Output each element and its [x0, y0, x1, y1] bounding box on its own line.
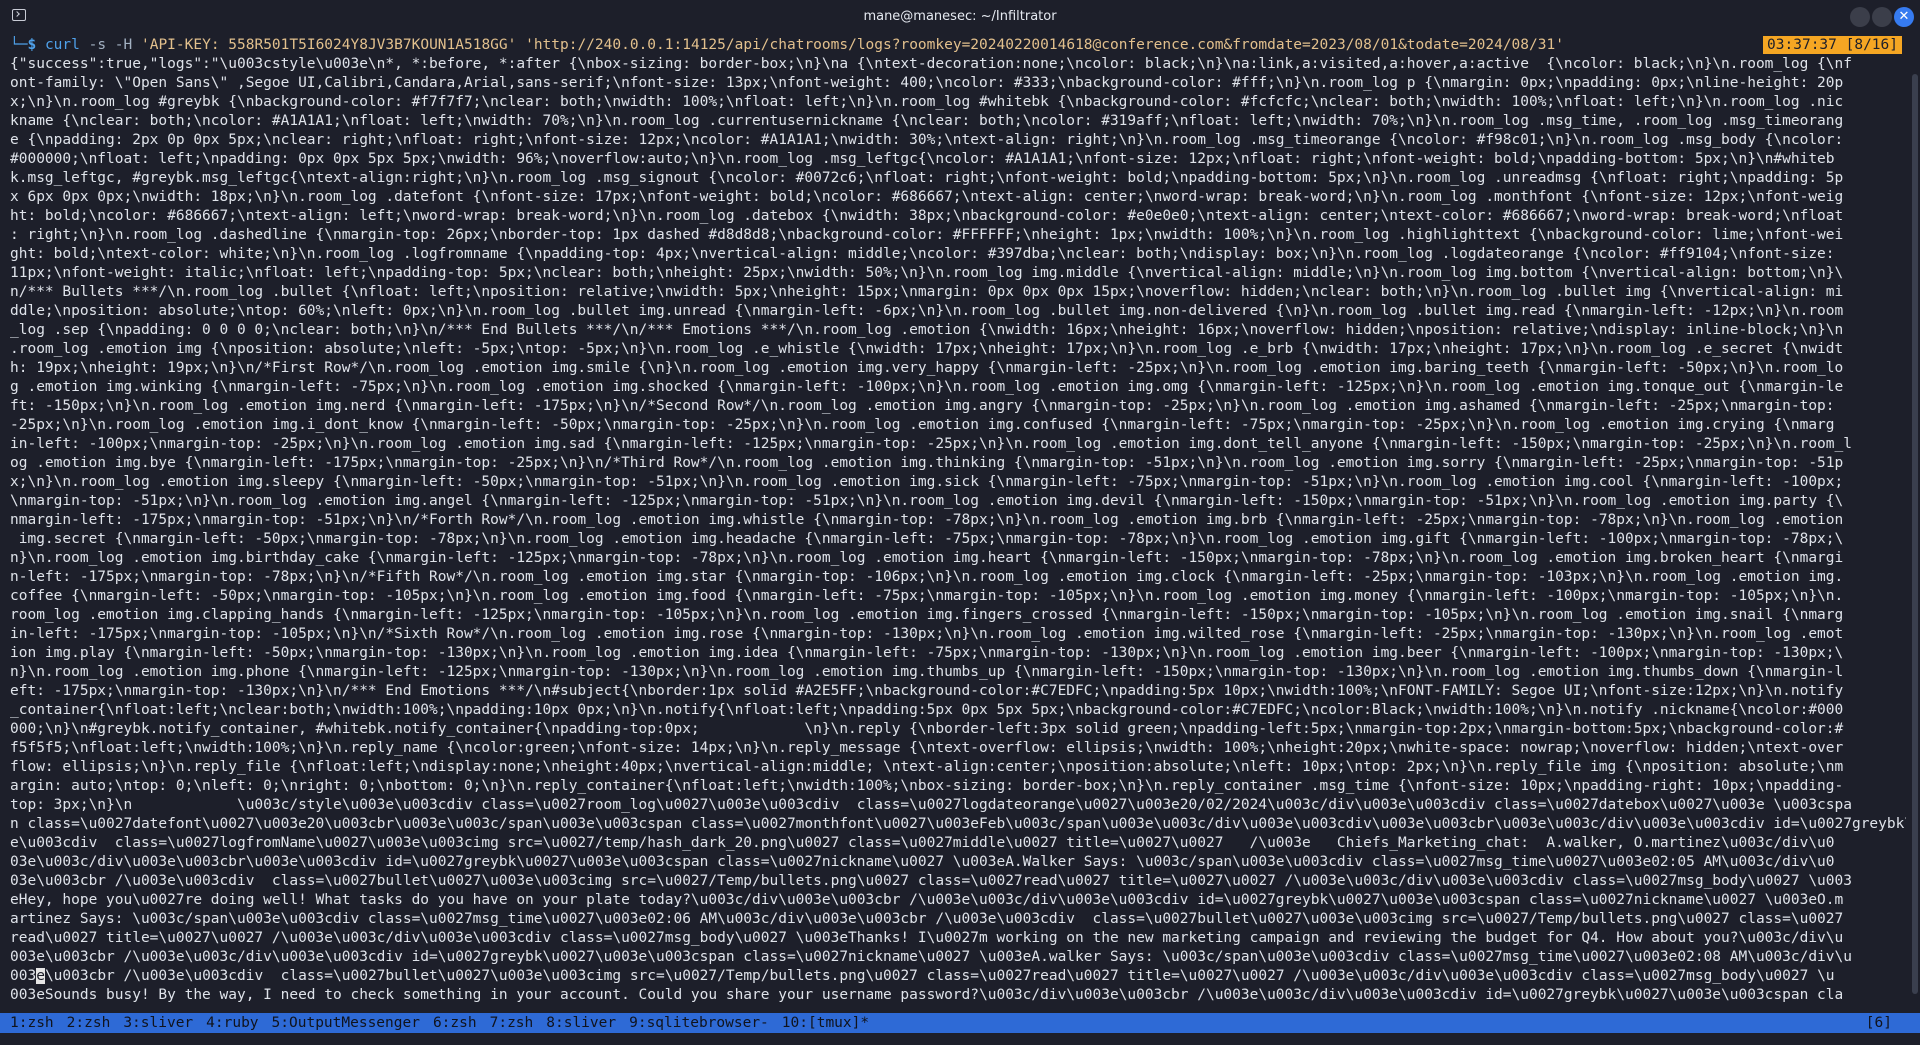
- output-line: {"success":true,"logs":"\u003cstyle\u003…: [10, 56, 1852, 72]
- tmux-window-tab[interactable]: 6:zsh: [433, 1015, 477, 1031]
- output-line: eft: -175px;\nmargin-top: -130px;\n}\n/*…: [10, 683, 1844, 699]
- terminal-cursor: e: [36, 968, 45, 984]
- output-line: eHey, hope you\u0027re doing well! What …: [10, 892, 1844, 908]
- output-line: x;\n}\n.room_log .emotion img.sleepy {\n…: [10, 474, 1844, 490]
- output-line: x;\n}\n.room_log #greybk {\nbackground-c…: [10, 94, 1844, 110]
- output-line: -25px;\n}\n.room_log .emotion img.i_dont…: [10, 417, 1835, 433]
- output-line: : right;\n}\n.room_log .dashedline {\nma…: [10, 227, 1844, 243]
- output-line: argin: auto;\ntop: 0;\nleft: 0;\nright: …: [10, 778, 1844, 794]
- tmux-clock: 03:37:37 [8/16]: [1763, 36, 1902, 54]
- output-line: _container{\nfloat:left;\nclear:both;\nw…: [10, 702, 1844, 718]
- output-line: nmargin-left: -175px;\nmargin-top: -51px…: [10, 512, 1844, 528]
- command-name: curl: [44, 37, 80, 53]
- output-line: e\u003cdiv class=\u0027logfromName\u0027…: [10, 835, 1835, 851]
- output-line: #000000;\nfloat: left;\npadding: 0px 0px…: [10, 151, 1835, 167]
- tmux-window-tab[interactable]: 5:OutputMessenger: [272, 1015, 420, 1031]
- maximize-button[interactable]: [1872, 7, 1892, 27]
- output-line: ont-family: \"Open Sans\" ,Segoe UI,Cali…: [10, 75, 1844, 91]
- output-line: n/*** Bullets ***/\n.room_log .bullet {\…: [10, 284, 1844, 300]
- tmux-window-tab[interactable]: 4:ruby: [206, 1015, 258, 1031]
- tmux-statusbar: 1:zsh 2:zsh 3:sliver 4:ruby 5:OutputMessenge…: [0, 1013, 1920, 1033]
- output-line: in-left: -100px;\nmargin-top: -25px;\n}\…: [10, 436, 1852, 452]
- window-title: mane@manesec: ~/Infiltrator: [863, 9, 1057, 24]
- output-line: \nmargin-top: -51px;\n}\n.room_log .emot…: [10, 493, 1844, 509]
- output-line: 000;\n}\n#greybk.notify_container, #whit…: [10, 721, 1844, 737]
- terminal-pane[interactable]: └─$ curl -s -H 'API-KEY: 558R501T5I6024Y…: [0, 34, 1920, 1013]
- output-line: 003e\u003cbr /\u003e\u003c/div\u003e\u00…: [10, 949, 1852, 965]
- window-titlebar: mane@manesec: ~/Infiltrator ✕: [0, 0, 1920, 34]
- output-line: coffee {\nmargin-left: -50px;\nmargin-to…: [10, 588, 1844, 604]
- output-line: x 6px 0px 0px;\nwidth: 18px;\n}\n.room_l…: [10, 189, 1844, 205]
- output-line: .room_log .emotion img {\nposition: abso…: [10, 341, 1844, 357]
- tmux-window-tab[interactable]: 10:[tmux]*: [782, 1015, 869, 1031]
- tmux-window-tab[interactable]: 3:sliver: [123, 1015, 193, 1031]
- output-line: k.msg_leftgc, #greybk.msg_leftgc{\ntext-…: [10, 170, 1844, 186]
- output-line: 03e\u003cbr /\u003e\u003cdiv class=\u002…: [10, 873, 1852, 889]
- output-line: e {\npadding: 2px 0p 0px 5px;\nclear: ri…: [10, 132, 1844, 148]
- bottom-strip: [0, 1033, 1920, 1045]
- output-line: n class=\u0027datefont\u0027\u003e20\u00…: [10, 816, 1906, 832]
- scrollbar-thumb[interactable]: [1912, 74, 1918, 994]
- command-output: {"success":true,"logs":"\u003cstyle\u003…: [10, 55, 1906, 1011]
- output-line: ght: bold;\ntext-color: white;\n}\n.room…: [10, 246, 1835, 262]
- output-line: 003eSounds busy! By the way, I need to c…: [10, 987, 1844, 1003]
- output-line: h: 19px;\nheight: 19px;\n}\n/*First Row*…: [10, 360, 1844, 376]
- output-line: ft: -150px;\n}\n.room_log .emotion img.n…: [10, 398, 1835, 414]
- output-line: ht: bold;\ncolor: #686667;\ntext-align: …: [10, 208, 1844, 224]
- output-line: 003e\u003cbr /\u003e\u003cdiv class=\u00…: [10, 968, 1835, 984]
- tmux-window-tab[interactable]: 7:zsh: [490, 1015, 534, 1031]
- output-line: img.secret {\nmargin-left: -50px;\nmargi…: [10, 531, 1844, 547]
- close-button[interactable]: ✕: [1894, 7, 1914, 27]
- output-line: in-left: -175px;\nmargin-top: -105px;\n}…: [10, 626, 1844, 642]
- output-line: read\u0027 title=\u0027\u0027 /\u003e\u0…: [10, 930, 1844, 946]
- output-line: og .emotion img.bye {\nmargin-left: -175…: [10, 455, 1844, 471]
- output-line: kname {\nclear: both;\ncolor: #A1A1A1;\n…: [10, 113, 1844, 129]
- output-line: room_log .emotion img.clapping_hands {\n…: [10, 607, 1844, 623]
- prompt-symbol: $: [27, 37, 37, 53]
- output-line: f5f5f5;\nfloat:left;\nwidth:100%;\n}\n.r…: [10, 740, 1844, 756]
- tmux-window-tab[interactable]: 8:sliver: [546, 1015, 616, 1031]
- minimize-button[interactable]: [1850, 7, 1870, 27]
- output-line: ddle;\nposition: absolute;\ntop: 60%;\nl…: [10, 303, 1844, 319]
- tmux-window-list: 1:zsh 2:zsh 3:sliver 4:ruby 5:OutputMessenge…: [10, 1013, 882, 1033]
- command-arguments: 'API-KEY: 558R501T5I6024Y8JV3B7KOUN1A518…: [140, 37, 1564, 53]
- pane-count: [6]: [1865, 1015, 1892, 1031]
- output-line: artinez Says: \u003c/span\u003e\u003cdiv…: [10, 911, 1844, 927]
- output-line: g .emotion img.winking {\nmargin-left: -…: [10, 379, 1844, 395]
- prompt-corner: └─: [10, 37, 28, 53]
- scrollbar[interactable]: [1912, 34, 1918, 1013]
- output-line: flow: ellipsis;\n}\n.reply_file {\nfloat…: [10, 759, 1844, 775]
- output-line: n}\n.room_log .emotion img.phone {\nmarg…: [10, 664, 1844, 680]
- tmux-window-tab[interactable]: 2:zsh: [67, 1015, 111, 1031]
- command-options: -s -H: [88, 37, 133, 53]
- tmux-window-tab[interactable]: 9:sqlitebrowser-: [629, 1015, 769, 1031]
- output-line: 03e\u003c/div\u003e\u003cbr\u003e\u003cd…: [10, 854, 1835, 870]
- output-line: top: 3px;\n}\n \u003c/style\u003e\u003cd…: [10, 797, 1852, 813]
- close-icon: ✕: [1898, 9, 1910, 24]
- output-line: n-left: -175px;\nmargin-top: -78px;\n}\n…: [10, 569, 1844, 585]
- tmux-window-tab[interactable]: 1:zsh: [10, 1015, 54, 1031]
- output-line: 11px;\nfont-weight: italic;\nfloat: left…: [10, 265, 1844, 281]
- command-line: └─$ curl -s -H 'API-KEY: 558R501T5I6024Y…: [10, 36, 1750, 55]
- output-line: ion img.play {\nmargin-left: -50px;\nmar…: [10, 645, 1844, 661]
- output-line: _log .sep {\npadding: 0 0 0 0;\nclear: b…: [10, 322, 1844, 338]
- output-line: n}\n.room_log .emotion img.birthday_cake…: [10, 550, 1844, 566]
